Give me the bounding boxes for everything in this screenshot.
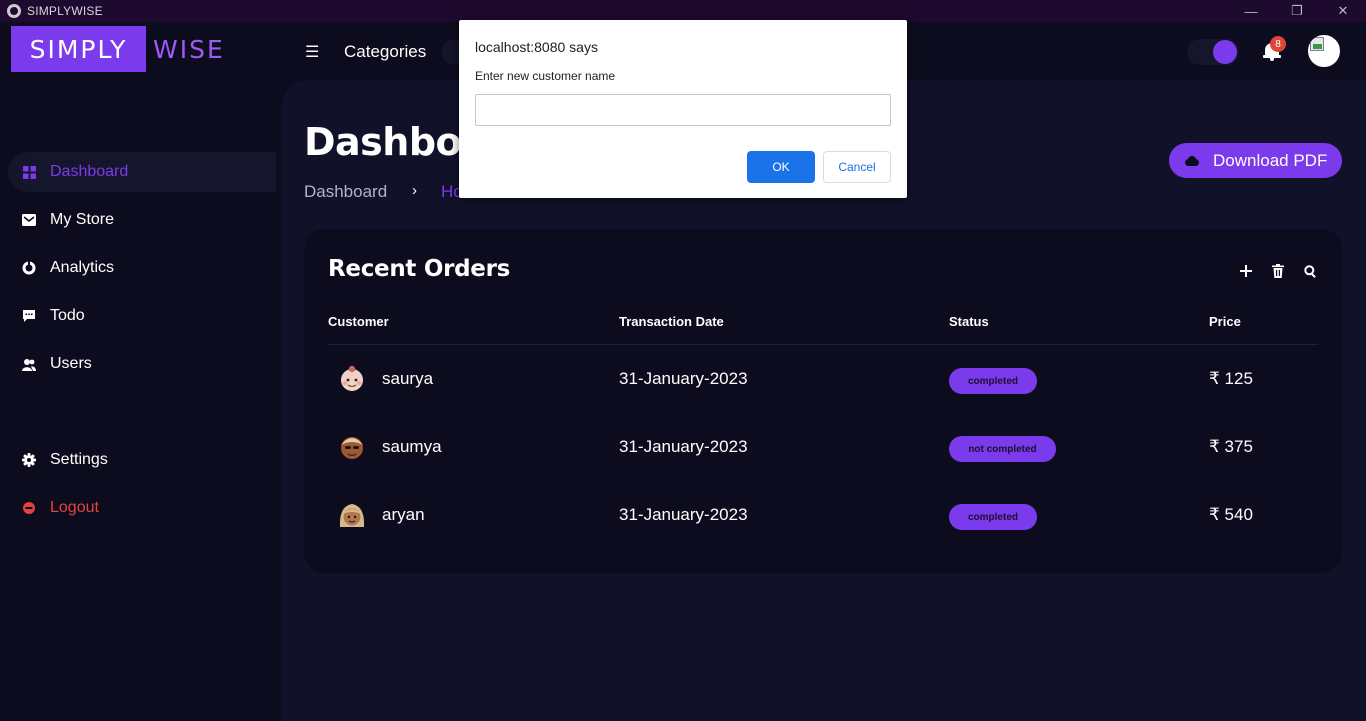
order-price: ₹ 540 xyxy=(1209,505,1253,524)
window-titlebar: SIMPLYWISE — ❐ ✕ xyxy=(0,0,1366,22)
broken-image-icon xyxy=(1310,37,1324,51)
profile-avatar[interactable] xyxy=(1306,33,1342,69)
download-pdf-button[interactable]: Download PDF xyxy=(1169,143,1342,178)
menu-icon[interactable]: ☰ xyxy=(305,42,319,62)
brand-logo-part1: SIMPLY xyxy=(11,26,146,72)
trash-icon[interactable] xyxy=(1269,262,1287,280)
download-pdf-label: Download PDF xyxy=(1213,150,1328,170)
customer-name-input[interactable] xyxy=(475,94,891,126)
ok-button[interactable]: OK xyxy=(747,151,815,183)
customer-avatar xyxy=(337,432,367,462)
sidebar-item-label: Dashboard xyxy=(50,163,129,180)
sidebar-item-settings[interactable]: Settings xyxy=(8,440,276,480)
sidebar-item-label: Todo xyxy=(50,307,85,324)
sidebar-item-analytics[interactable]: Analytics xyxy=(8,248,276,288)
sidebar-item-label: Logout xyxy=(50,499,99,516)
order-price: ₹ 375 xyxy=(1209,437,1253,456)
theme-toggle[interactable] xyxy=(1187,39,1239,65)
prompt-dialog: localhost:8080 says Enter new customer n… xyxy=(459,20,907,198)
app-icon xyxy=(7,4,21,18)
sidebar-item-label: My Store xyxy=(50,211,115,228)
sidebar-item-label: Settings xyxy=(50,451,108,468)
column-header-customer[interactable]: Customer xyxy=(328,314,389,329)
sidebar-item-dashboard[interactable]: Dashboard xyxy=(8,152,276,192)
customer-avatar xyxy=(337,364,367,394)
cancel-button[interactable]: Cancel xyxy=(823,151,891,183)
message-icon xyxy=(22,309,36,323)
dialog-origin: localhost:8080 says xyxy=(475,39,598,55)
column-header-transaction-date[interactable]: Transaction Date xyxy=(619,314,724,329)
recent-orders-title: Recent Orders xyxy=(328,256,511,282)
customer-name: saurya xyxy=(382,369,434,388)
restore-button[interactable]: ❐ xyxy=(1274,0,1320,22)
breadcrumb-dashboard[interactable]: Dashboard xyxy=(304,182,387,202)
logout-icon xyxy=(22,501,36,515)
sidebar-item-logout[interactable]: Logout xyxy=(8,488,276,528)
add-icon[interactable] xyxy=(1237,262,1255,280)
brand-logo-part2: WISE xyxy=(153,34,225,64)
column-header-status[interactable]: Status xyxy=(949,314,989,329)
transaction-date: 31-January-2023 xyxy=(619,369,748,388)
notification-count-badge: 8 xyxy=(1270,36,1286,52)
transaction-date: 31-January-2023 xyxy=(619,505,748,524)
order-price: ₹ 125 xyxy=(1209,369,1253,388)
minimize-button[interactable]: — xyxy=(1228,0,1274,22)
users-icon xyxy=(22,357,36,371)
toggle-knob xyxy=(1213,40,1237,64)
brand-logo[interactable]: SIMPLY WISE xyxy=(11,26,225,72)
breadcrumb-separator-icon: › xyxy=(412,182,417,199)
table-header-divider xyxy=(328,344,1318,345)
search-icon[interactable] xyxy=(1301,262,1319,280)
gear-icon xyxy=(22,453,36,467)
sidebar-item-todo[interactable]: Todo xyxy=(8,296,276,336)
close-window-button[interactable]: ✕ xyxy=(1320,0,1366,22)
transaction-date: 31-January-2023 xyxy=(619,437,748,456)
column-header-price[interactable]: Price xyxy=(1209,314,1241,329)
nav-categories-link[interactable]: Categories xyxy=(344,42,426,62)
status-badge: not completed xyxy=(949,436,1056,462)
status-badge: completed xyxy=(949,504,1037,530)
window-controls: — ❐ ✕ xyxy=(1228,0,1366,22)
customer-avatar xyxy=(337,500,367,530)
pie-chart-icon xyxy=(22,261,36,275)
sidebar-item-label: Analytics xyxy=(50,259,115,276)
customer-name: aryan xyxy=(382,505,425,524)
sidebar-item-label: Users xyxy=(50,355,92,372)
grid-icon xyxy=(22,165,36,179)
cloud-download-icon xyxy=(1185,155,1199,166)
status-badge: completed xyxy=(949,368,1037,394)
window-title: SIMPLYWISE xyxy=(27,4,103,18)
sidebar-item-my-store[interactable]: My Store xyxy=(8,200,276,240)
sidebar-item-users[interactable]: Users xyxy=(8,344,276,384)
dialog-message: Enter new customer name xyxy=(475,69,616,83)
store-icon xyxy=(22,213,36,227)
customer-name: saumya xyxy=(382,437,442,456)
